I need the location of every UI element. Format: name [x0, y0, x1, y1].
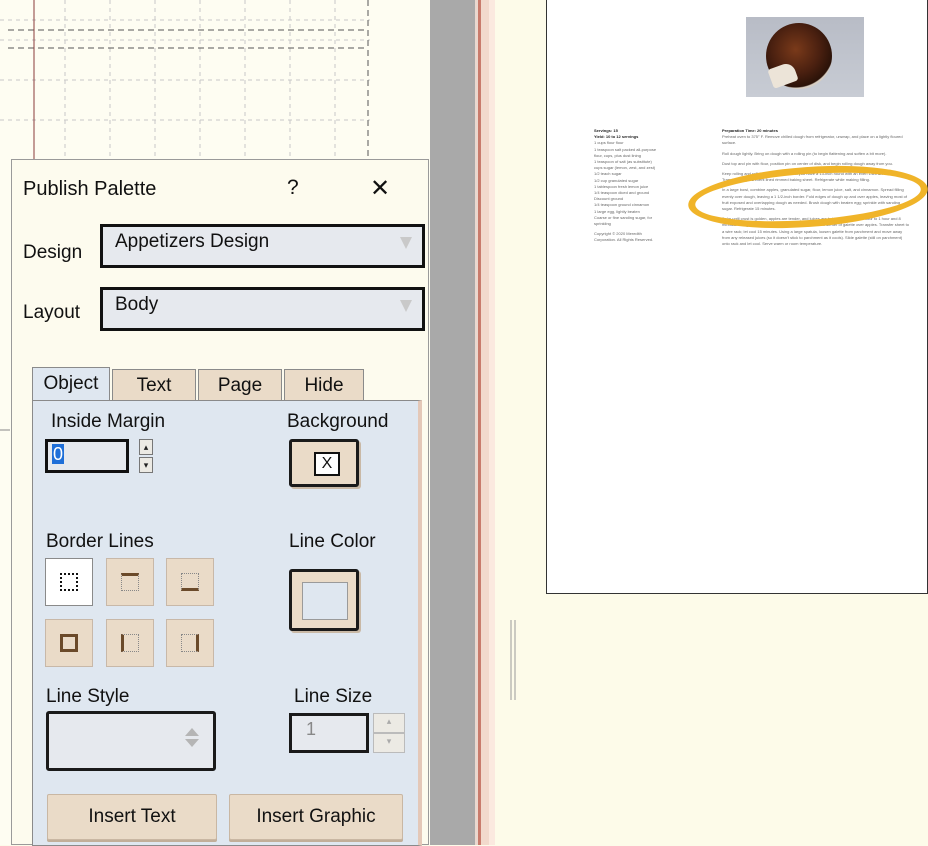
- border-lines-label: Border Lines: [46, 531, 154, 552]
- inside-margin-decrement[interactable]: ▾: [139, 457, 153, 473]
- ingredient-line: 1/2 cup granulated sugar: [594, 177, 639, 183]
- border-dotted-icon: [60, 573, 78, 591]
- help-button[interactable]: ?: [287, 176, 299, 200]
- tab-text[interactable]: Text: [112, 369, 196, 401]
- galette-photo[interactable]: [746, 17, 864, 97]
- border-all-button[interactable]: [45, 619, 93, 667]
- ingredient-line: sprinkling: [594, 221, 611, 227]
- ingredient-line: 1/2 teach sugar: [594, 171, 622, 177]
- insert-text-button[interactable]: Insert Text: [47, 794, 217, 840]
- instruction-paragraph: Roll dough lightly. Bring on dough with …: [722, 150, 887, 156]
- ingredient-line: 1 large egg, lightly beaten: [594, 208, 640, 214]
- design-dropdown[interactable]: Appetizers Design: [100, 224, 425, 268]
- palette-title: Publish Palette: [23, 178, 157, 200]
- border-left-icon: [121, 634, 139, 652]
- design-value: Appetizers Design: [115, 231, 270, 252]
- line-style-dropdown[interactable]: [46, 711, 216, 771]
- border-right-icon: [181, 634, 199, 652]
- scroll-grip[interactable]: [509, 620, 519, 700]
- background-label: Background: [287, 411, 389, 432]
- layout-value: Body: [115, 294, 159, 315]
- line-size-label: Line Size: [294, 686, 373, 707]
- ingredient-line: 1/4 teaspoon ground cinnamon: [594, 202, 650, 208]
- border-left-button[interactable]: [106, 619, 154, 667]
- border-dotted-all-button[interactable]: [45, 558, 93, 606]
- line-color-label: Line Color: [289, 531, 376, 552]
- border-all-icon: [60, 634, 78, 652]
- instruction-paragraph: Preheat oven to 375° F. Remove chilled d…: [722, 134, 903, 146]
- ingredient-line: 1 cups flour flour: [594, 140, 624, 146]
- chevron-down-icon: [185, 739, 199, 747]
- inside-margin-increment[interactable]: ▴: [139, 439, 153, 455]
- insert-graphic-button[interactable]: Insert Graphic: [229, 794, 403, 840]
- document-page[interactable]: Servings: 15 Yield: 10 to 12 servings 1 …: [546, 0, 928, 594]
- inside-margin-input[interactable]: 0: [45, 439, 129, 473]
- chevron-down-icon: [400, 237, 412, 249]
- border-bottom-button[interactable]: [166, 558, 214, 606]
- prep-time-text: Preparation Time: 20 minutes: [722, 128, 778, 133]
- line-size-decrement[interactable]: ▾: [373, 733, 405, 753]
- border-top-button[interactable]: [106, 558, 154, 606]
- publish-palette[interactable]: Publish Palette ? ✕ Design Appetizers De…: [11, 159, 429, 846]
- ingredient-line: 1/4 teaspoon diced and ground: [594, 190, 650, 196]
- ingredient-line: 1 teaspoon salt packed all-purpose: [594, 146, 657, 152]
- ingredient-line: Coarse or fine sanding sugar, for: [594, 214, 653, 220]
- line-style-label: Line Style: [46, 686, 130, 707]
- line-color-swatch: [302, 582, 348, 620]
- ingredient-line: 1 tablespoon fresh lemon juice: [594, 183, 649, 189]
- ingredient-line: flour, cups, plus dust lining: [594, 152, 641, 158]
- document-preview: Servings: 15 Yield: 10 to 12 servings 1 …: [542, 0, 928, 845]
- design-label: Design: [23, 242, 83, 263]
- servings-text: Servings: 15: [594, 128, 618, 133]
- border-bottom-icon: [181, 573, 199, 591]
- ingredient-line: cups sugar (lemon, zest, and zest): [594, 165, 656, 171]
- ingredient-line: 1 teaspoon of salt (as substitute): [594, 159, 652, 165]
- tab-page[interactable]: Page: [198, 369, 282, 401]
- inside-margin-value: 0: [52, 444, 65, 464]
- copyright-text: Copyright © 2020 Meredith: [594, 231, 642, 237]
- ingredient-line: Discount ground: [594, 196, 624, 202]
- line-size-input[interactable]: 1: [289, 713, 369, 753]
- ingredients-column: Servings: 15 Yield: 10 to 12 servings 1 …: [594, 128, 712, 248]
- border-right-button[interactable]: [166, 619, 214, 667]
- chevron-down-icon: [400, 300, 412, 312]
- layout-label: Layout: [23, 302, 81, 323]
- border-top-icon: [121, 573, 139, 591]
- line-size-increment[interactable]: ▴: [373, 713, 405, 733]
- object-tab-panel: Inside Margin 0 ▴ ▾ Background X Border …: [32, 400, 422, 846]
- yield-text: Yield: 10 to 12 servings: [594, 134, 639, 140]
- line-color-button[interactable]: [289, 569, 359, 631]
- pane-divider[interactable]: [430, 0, 542, 845]
- close-button[interactable]: ✕: [370, 174, 390, 203]
- no-fill-icon: X: [314, 452, 340, 476]
- copyright-text: Corporation. All Rights Reserved.: [594, 237, 654, 243]
- background-button[interactable]: X: [289, 439, 359, 487]
- inside-margin-label: Inside Margin: [51, 411, 166, 432]
- tab-object[interactable]: Object: [32, 367, 110, 403]
- layout-dropdown[interactable]: Body: [100, 287, 425, 331]
- tab-hide[interactable]: Hide: [284, 369, 364, 401]
- chevron-up-icon: [185, 728, 199, 736]
